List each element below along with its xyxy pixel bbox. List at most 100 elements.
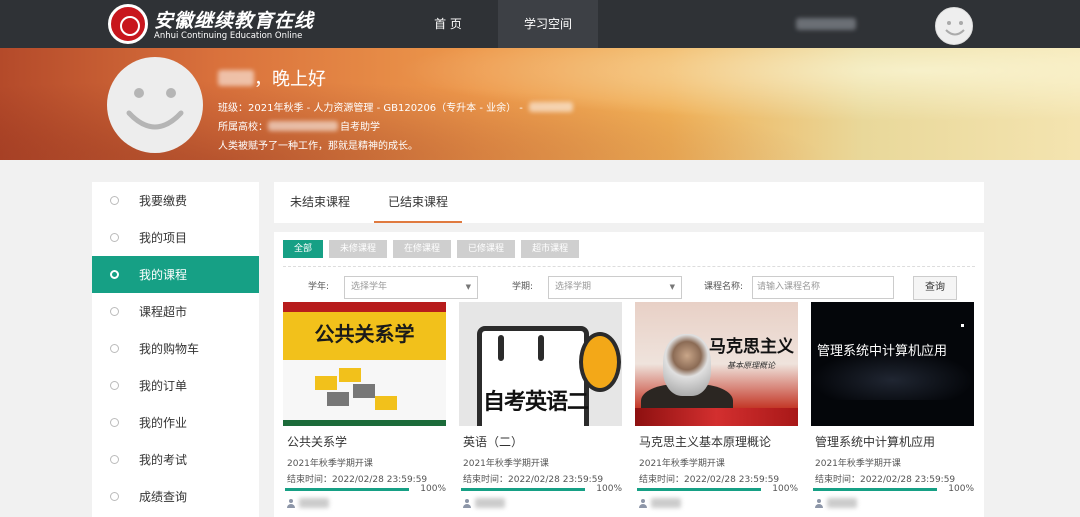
tab-finished-courses[interactable]: 已结束课程: [374, 182, 463, 223]
course-term: 2021年秋季学期开课: [287, 459, 373, 469]
filter-completed[interactable]: 已修课程: [457, 240, 516, 258]
school-info: 所属高校： 自考助学: [218, 118, 573, 133]
cover-band: [283, 420, 446, 426]
sidebar: 我要缴费 我的项目 我的课程 课程超市 我的购物车 我的订单 我的作业 我的考试…: [92, 182, 259, 517]
progress-bar: [461, 488, 585, 491]
sidebar-item-label: 我的订单: [139, 379, 188, 393]
course-card[interactable]: 管理系统中计算机应用 管理系统中计算机应用 2021年秋季学期开课 结束时间：2…: [811, 302, 974, 517]
course-filters: 全部 未修课程 在修课程 已修课程 超市课程: [283, 240, 580, 258]
course-card[interactable]: 公共关系学 公共关系学 2021年秋季学期开课 结束时间：2022/02/28 …: [283, 302, 446, 517]
ring: [498, 335, 504, 361]
course-card[interactable]: 马克思主义 基本原理概论 马克思主义基本原理概论 2021年秋季学期开课 结束时…: [635, 302, 798, 517]
progress-percent: 100%: [596, 484, 622, 494]
course-thumbnail[interactable]: 马克思主义 基本原理概论: [635, 302, 798, 426]
profile-avatar: [107, 57, 203, 153]
course-term: 2021年秋季学期开课: [815, 459, 901, 469]
logo-seal-icon: [108, 4, 148, 44]
sidebar-item-projects[interactable]: 我的项目: [92, 219, 259, 256]
nav-learning-space[interactable]: 学习空间: [498, 0, 598, 48]
puzzle-piece: [339, 368, 361, 382]
course-title[interactable]: 英语（二）: [463, 433, 523, 450]
course-title[interactable]: 管理系统中计算机应用: [815, 433, 935, 450]
sidebar-item-orders[interactable]: 我的订单: [92, 367, 259, 404]
course-title[interactable]: 马克思主义基本原理概论: [639, 433, 771, 450]
class-redacted: [528, 101, 573, 112]
query-button[interactable]: 查询: [913, 276, 957, 300]
term-label: 学期:: [512, 282, 534, 292]
nav-home[interactable]: 首 页: [398, 0, 498, 48]
sidebar-item-my-courses[interactable]: 我的课程: [92, 256, 259, 293]
ring: [538, 335, 544, 361]
teacher-name-redacted: [827, 498, 857, 508]
sidebar-item-homework[interactable]: 我的作业: [92, 404, 259, 441]
radio-dot-icon: [110, 381, 119, 390]
cover-title: 公共关系学: [314, 322, 415, 346]
course-panel: 全部 未修课程 在修课程 已修课程 超市课程 学年: 选择学年 ▼ 学期: 选择…: [274, 232, 984, 517]
cover-subtitle: 基本原理概论: [727, 361, 775, 370]
cover-title: 马克思主义: [709, 337, 794, 357]
tab-unfinished-courses[interactable]: 未结束课程: [290, 182, 350, 223]
sidebar-item-payment[interactable]: 我要缴费: [92, 182, 259, 219]
term-select[interactable]: 选择学期 ▼: [548, 276, 682, 299]
progress-percent: 100%: [772, 484, 798, 494]
course-title[interactable]: 公共关系学: [287, 433, 347, 450]
header-avatar[interactable]: [935, 7, 973, 45]
user-name-redacted[interactable]: [796, 18, 856, 30]
school-redacted: [268, 120, 338, 131]
course-thumbnail[interactable]: 管理系统中计算机应用: [811, 302, 974, 426]
filter-in-progress[interactable]: 在修课程: [393, 240, 452, 258]
year-select-value: 选择学年: [351, 282, 388, 292]
search-bar: 学年: 选择学年 ▼ 学期: 选择学期 ▼ 课程名称: 请输入课程名称 查询: [274, 274, 984, 300]
radio-dot-icon: [110, 344, 119, 353]
user-icon: [287, 498, 295, 508]
puzzle-piece: [375, 396, 397, 410]
sidebar-item-label: 我的作业: [139, 416, 188, 430]
sidebar-item-exams[interactable]: 我的考试: [92, 441, 259, 478]
course-thumbnail[interactable]: 自考英语二: [459, 302, 622, 426]
filter-all[interactable]: 全部: [283, 240, 324, 258]
class-info: 班级：2021年秋季 - 人力资源管理 - GB120206（专升本 - 业余）…: [218, 99, 573, 114]
course-end-time: 结束时间：2022/02/28 23:59:59: [815, 475, 956, 485]
puzzle-piece: [315, 376, 337, 390]
filter-market[interactable]: 超市课程: [521, 240, 580, 258]
course-name-input[interactable]: 请输入课程名称: [752, 276, 894, 299]
cover-title: 自考英语二: [483, 390, 589, 415]
sidebar-item-label: 我的考试: [139, 453, 188, 467]
site-logo[interactable]: 安徽继续教育在线 Anhui Continuing Education Onli…: [108, 4, 318, 44]
radio-dot-icon: [110, 418, 119, 427]
radio-dot-icon: [110, 455, 119, 464]
teacher-info: [639, 498, 681, 508]
smiley-icon: [126, 88, 184, 130]
progress-fill: [637, 488, 761, 491]
course-name-label: 课程名称:: [704, 282, 744, 292]
course-term: 2021年秋季学期开课: [639, 459, 725, 469]
greeting: ，晚上好: [218, 65, 573, 91]
year-label: 学年:: [308, 282, 330, 292]
school-suffix: 自考助学: [340, 122, 380, 133]
student-name-redacted: [218, 70, 254, 86]
radio-dot-icon: [110, 492, 119, 501]
sidebar-item-grades[interactable]: 成绩查询: [92, 478, 259, 515]
sidebar-item-course-market[interactable]: 课程超市: [92, 293, 259, 330]
progress-fill: [285, 488, 409, 491]
sidebar-item-cart[interactable]: 我的购物车: [92, 330, 259, 367]
user-icon: [463, 498, 471, 508]
progress-bar: [637, 488, 761, 491]
user-icon: [639, 498, 647, 508]
teacher-name-redacted: [651, 498, 681, 508]
term-select-value: 选择学期: [555, 282, 592, 292]
sidebar-item-label: 我的课程: [139, 268, 188, 282]
sidebar-item-label: 成绩查询: [139, 490, 188, 504]
course-list: 公共关系学 公共关系学 2021年秋季学期开课 结束时间：2022/02/28 …: [283, 302, 974, 517]
course-thumbnail[interactable]: 公共关系学: [283, 302, 446, 426]
course-card[interactable]: 自考英语二 英语（二） 2021年秋季学期开课 结束时间：2022/02/28 …: [459, 302, 622, 517]
class-label: 班级：2021年秋季 - 人力资源管理 - GB120206（专升本 - 业余）…: [218, 103, 523, 114]
puzzle-piece: [327, 392, 349, 406]
radio-dot-icon: [110, 307, 119, 316]
cover-band: [283, 302, 446, 312]
main-nav: 首 页 学习空间: [398, 0, 598, 48]
filter-not-started[interactable]: 未修课程: [329, 240, 388, 258]
flag-graphic: [635, 408, 798, 426]
progress-percent: 100%: [420, 484, 446, 494]
year-select[interactable]: 选择学年 ▼: [344, 276, 478, 299]
